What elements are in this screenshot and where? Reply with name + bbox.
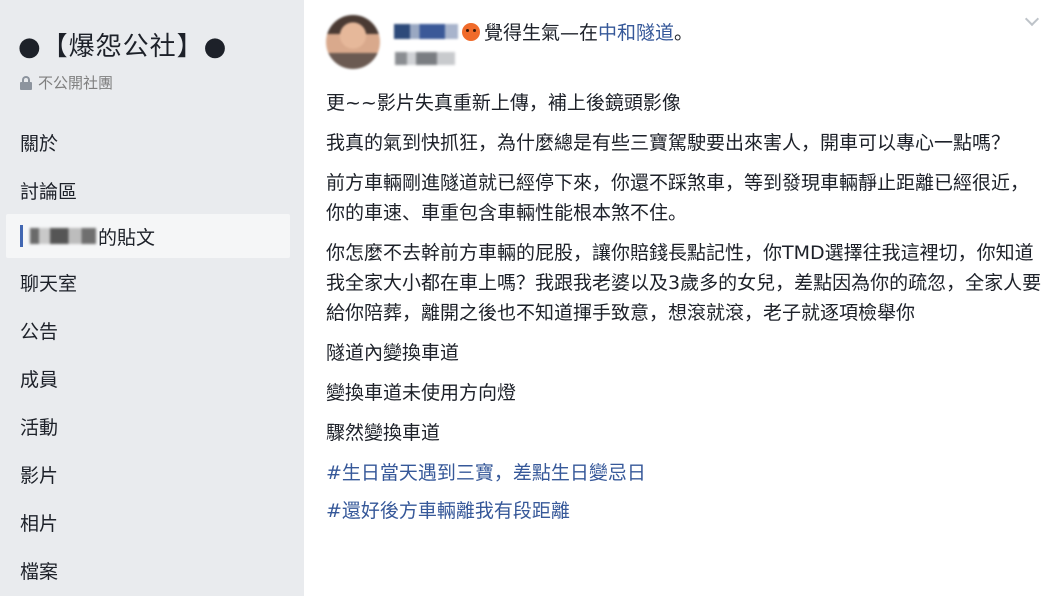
nav-label: 活動	[20, 416, 59, 439]
post-body: 更~~影片失真重新上傳，補上後鏡頭影像 我真的氣到快抓狂，為什麼總是有些三寶駕駛…	[326, 88, 1046, 534]
angry-emoji-icon	[462, 22, 480, 41]
nav-label: 的貼文	[98, 226, 156, 249]
privacy-status: 不公開社團	[20, 72, 113, 93]
nav-label: 聊天室	[20, 272, 78, 295]
post-card: 覺得生氣 —在 中和隧道 。 更~~影片失真重新上傳，補上後鏡頭影像 我真的氣到…	[304, 0, 1060, 596]
post-paragraph: 更~~影片失真重新上傳，補上後鏡頭影像	[326, 92, 681, 114]
post-paragraph: 前方車輛剛進隧道就已經停下來，你還不踩煞車，等到發現車輛靜止距離已經很近，你的車…	[326, 172, 1030, 224]
nav-item-announcements[interactable]: 公告	[0, 306, 304, 354]
nav-label: 公告	[20, 320, 59, 343]
hashtag-link[interactable]: #還好後方車輛離我有段距離	[326, 496, 1046, 526]
nav-item-files[interactable]: 檔案	[0, 546, 304, 594]
nav-label: 相片	[20, 512, 59, 535]
post-paragraph: 我真的氣到快抓狂，為什麼總是有些三寶駕駛要出來害人，開車可以專心一點嗎？	[326, 132, 1011, 154]
nav-label: 影片	[20, 464, 59, 487]
post-paragraph: 驟然變換車道	[326, 422, 441, 444]
group-sidebar: ●【爆怨公社】● 不公開社團 關於 討論區 的貼文 聊天室 公告 成員 活動 影…	[0, 0, 304, 596]
nav-item-discussion[interactable]: 討論區	[0, 166, 304, 214]
nav-label: 成員	[20, 368, 59, 391]
post-paragraph: 變換車道未使用方向燈	[326, 382, 517, 404]
nav-item-user-posts[interactable]: 的貼文	[6, 214, 290, 258]
nav-item-chat[interactable]: 聊天室	[0, 258, 304, 306]
nav-label: 檔案	[20, 560, 59, 583]
privacy-label: 不公開社團	[38, 74, 114, 92]
post-paragraph: 隧道內變換車道	[326, 342, 460, 364]
nav-label: 討論區	[20, 180, 78, 203]
blurred-timestamp[interactable]	[395, 52, 455, 65]
post-paragraph: 你怎麼不去幹前方車輛的屁股，讓你賠錢長點記性，你TMD選擇往我這裡切，你知道我全…	[326, 242, 1042, 324]
post-header: 覺得生氣 —在 中和隧道 。	[394, 18, 693, 45]
feeling-text: 覺得生氣	[484, 22, 561, 44]
nav-label: 關於	[20, 132, 59, 155]
nav-label-wrap: 的貼文	[30, 223, 155, 250]
blurred-author-name[interactable]	[394, 24, 458, 39]
hashtag-link[interactable]: #生日當天遇到三寶，差點生日變忌日	[326, 458, 1046, 488]
chevron-down-icon[interactable]	[1026, 14, 1038, 26]
avatar[interactable]	[326, 15, 380, 69]
group-nav: 關於 討論區 的貼文 聊天室 公告 成員 活動 影片 相片 檔案	[0, 118, 304, 594]
location-link[interactable]: 中和隧道	[598, 18, 674, 45]
nav-item-events[interactable]: 活動	[0, 402, 304, 450]
active-indicator	[20, 225, 23, 247]
group-name[interactable]: ●【爆怨公社】●	[18, 26, 227, 63]
lock-icon	[20, 75, 32, 90]
location-separator: —在	[560, 22, 599, 44]
nav-item-photos[interactable]: 相片	[0, 498, 304, 546]
nav-item-members[interactable]: 成員	[0, 354, 304, 402]
nav-item-videos[interactable]: 影片	[0, 450, 304, 498]
blurred-username	[30, 228, 96, 244]
header-period: 。	[674, 22, 694, 44]
nav-item-about[interactable]: 關於	[0, 118, 304, 166]
